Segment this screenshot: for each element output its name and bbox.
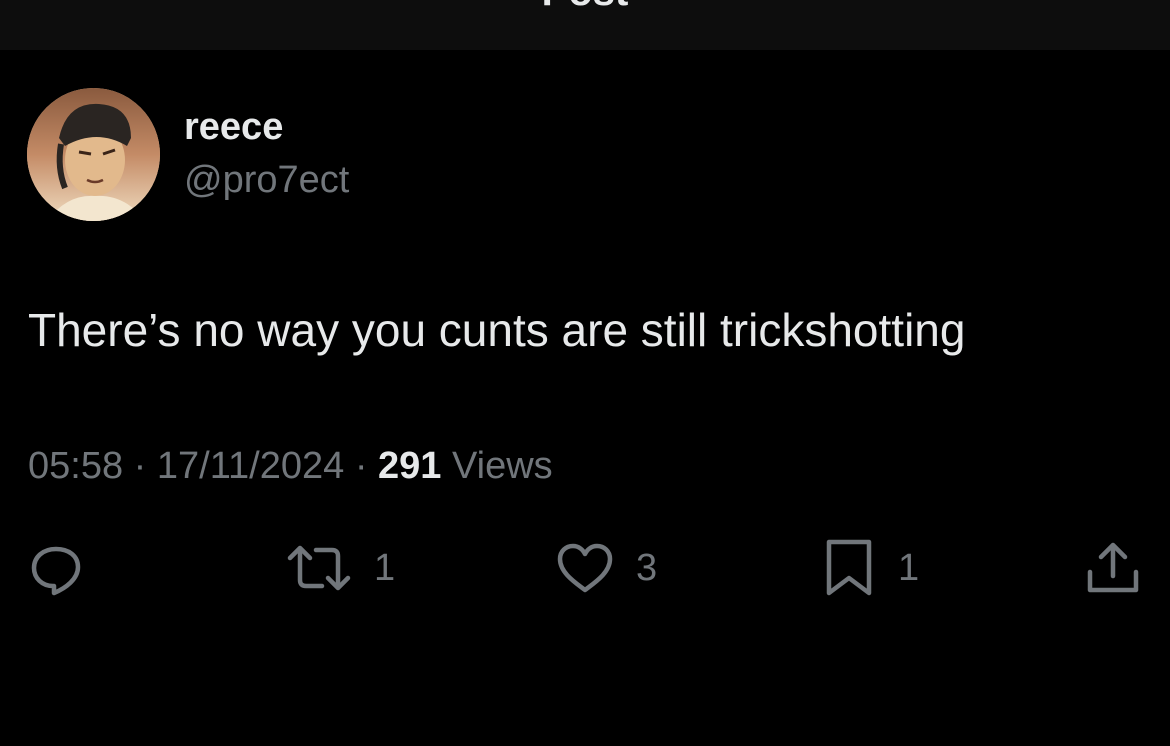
avatar[interactable]: [27, 88, 160, 221]
repost-icon: [284, 538, 354, 598]
bookmark-icon: [820, 538, 878, 598]
post-time[interactable]: 05:58: [28, 445, 123, 487]
like-button[interactable]: 3: [554, 538, 657, 598]
author-handle[interactable]: @pro7ect: [184, 157, 349, 203]
views-label: Views: [452, 445, 553, 487]
author-display-name[interactable]: reece: [184, 104, 283, 150]
meta-separator: ·: [133, 445, 147, 487]
bookmark-button[interactable]: 1: [820, 538, 919, 598]
repost-count: 1: [374, 547, 396, 589]
share-button[interactable]: [1084, 538, 1142, 598]
meta-separator: ·: [354, 445, 368, 487]
post-text: There’s no way you cunts are still trick…: [28, 304, 966, 356]
post-meta: 05:58 · 17/11/2024 · 291 Views: [28, 443, 553, 489]
share-icon: [1084, 538, 1142, 598]
views-count: 291: [378, 445, 442, 487]
post-date[interactable]: 17/11/2024: [157, 445, 344, 487]
bookmark-count: 1: [898, 547, 920, 589]
reply-button[interactable]: [26, 538, 86, 598]
top-bar: Post: [0, 0, 1170, 50]
heart-icon: [554, 538, 616, 598]
reply-icon: [26, 538, 86, 598]
like-count: 3: [636, 547, 658, 589]
repost-button[interactable]: 1: [284, 538, 395, 598]
page-title: Post: [0, 0, 1170, 15]
